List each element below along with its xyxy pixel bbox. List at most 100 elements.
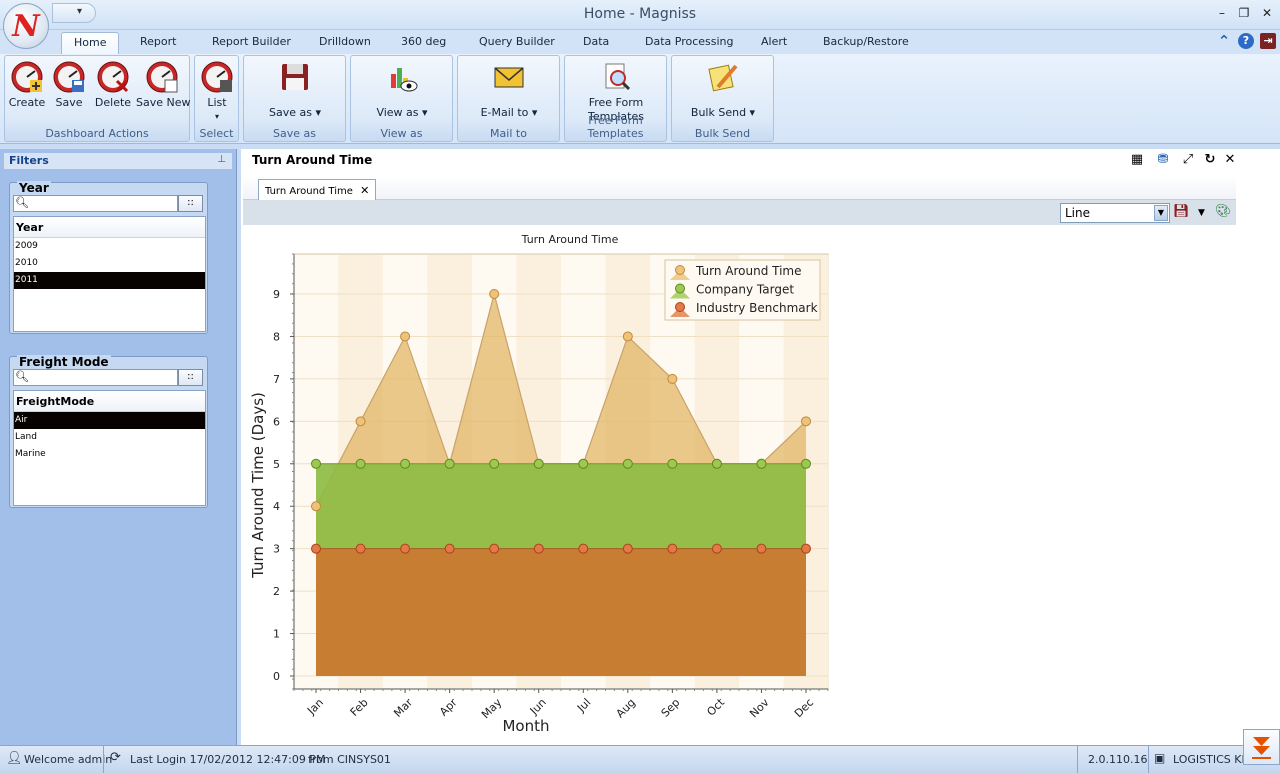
tab-data-processing[interactable]: Data Processing [645,35,734,48]
tab-report[interactable]: Report [140,35,176,48]
freight-browse-button[interactable]: :: [178,369,203,386]
bulk-send-label: Bulk Send ▾ [690,106,756,119]
freight-search[interactable]: 🔍︎ [13,369,178,386]
year-search[interactable]: 🔍︎ [13,195,178,212]
group-label-free-form: Free Form Templates [587,114,644,140]
year-filter-title: Year [17,181,51,195]
x-tick-label: Mar [391,696,415,720]
search-icon: 🔍︎ [15,196,29,209]
tab-query-builder[interactable]: Query Builder [479,35,555,48]
group-select: List ▾ Select [194,55,239,142]
series-area-industry-benchmark [316,548,806,676]
expand-icon[interactable]: ⤢ [1180,152,1196,168]
y-tick-label: 4 [273,500,280,513]
group-bulk-send: Bulk Send ▾ Bulk Send [671,55,774,142]
data-point [622,543,633,554]
x-tick-label: Aug [614,696,638,720]
status-divider [1077,745,1078,773]
minimize-button[interactable]: – [1211,4,1233,22]
chart-toolbar: Line ▼ 💾︎ ▼ 🎨︎ [243,200,1236,225]
help-icon[interactable]: ? [1238,33,1254,49]
delete-button[interactable]: Delete [93,60,133,110]
view-as-label: View as ▾ [376,106,428,119]
year-browse-button[interactable]: :: [178,195,203,212]
search-icon: 🔍︎ [15,370,29,383]
legend-entry: Turn Around Time [695,264,802,278]
year-search-input[interactable] [29,197,175,210]
freight-mode-filter-title: Freight Mode [17,355,111,369]
data-point [533,543,544,554]
data-point [622,458,633,469]
save-new-button[interactable]: Save New [136,60,191,110]
save-chart-dropdown-icon[interactable]: ▼ [1198,208,1205,218]
data-point [578,458,589,469]
chart-type-select[interactable]: Line ▼ [1060,203,1170,223]
list-item[interactable]: 2010 [14,255,205,272]
status-divider [1148,745,1149,773]
data-point [311,458,321,469]
save-chart-icon[interactable]: 💾︎ [1173,204,1190,219]
freight-search-input[interactable] [29,371,175,384]
bulk-send-button[interactable]: Bulk Send ▾ [682,60,764,120]
tab-report-builder[interactable]: Report Builder [212,35,291,48]
export-icon[interactable]: ⛃ [1155,152,1171,168]
group-dashboard-actions: Create Save Delete Save New Dashboard Ac… [4,55,191,142]
data-point [355,458,366,469]
app-logo-button[interactable]: N [3,3,49,49]
logo-letter: N [12,8,40,44]
pin-icon[interactable]: ⊥ [217,154,226,165]
create-button[interactable]: Create [7,60,47,110]
document-tabs: Turn Around Time ✕ [243,176,1236,200]
scroll-down-button[interactable] [1243,729,1280,765]
tab-drilldown[interactable]: Drilldown [319,35,371,48]
tab-360-deg[interactable]: 360 deg [401,35,446,48]
group-label-view-as: View as [380,127,423,140]
tab-turn-around-time[interactable]: Turn Around Time ✕ [258,179,377,200]
data-point [489,543,500,554]
refresh-icon[interactable]: ↻ [1202,152,1218,168]
magnifier-document-icon [605,63,631,91]
data-point [400,458,411,469]
status-divider [103,745,104,773]
exit-icon[interactable]: ⇥ [1260,33,1276,49]
list-item[interactable]: Marine [14,446,205,463]
floppy-disk-icon [282,64,308,90]
close-window-button[interactable]: ✕ [1256,4,1278,22]
grid-view-icon[interactable]: ▦ [1129,152,1145,168]
maximize-button[interactable]: ❐ [1233,4,1255,22]
list-item-selected[interactable]: 2011 [14,272,205,289]
list-item[interactable]: 2009 [14,238,205,255]
data-point [444,458,455,469]
tab-data[interactable]: Data [583,35,609,48]
save-button[interactable]: Save [49,60,89,110]
list-label: List [207,96,227,109]
tab-home[interactable]: Home [61,32,120,55]
data-point [711,543,722,554]
save-as-button[interactable]: Save as ▾ [254,60,336,120]
version-text: 2.0.110.16 [1088,753,1148,766]
email-to-button[interactable]: E-Mail to ▾ [468,60,550,120]
data-point [801,458,811,469]
ribbon-tab-row: Home Report Report Builder Drilldown 360… [0,30,1280,55]
list-button[interactable]: List ▾ [198,60,236,124]
collapse-ribbon-icon[interactable]: ⌃ [1216,33,1232,49]
close-panel-icon[interactable]: ✕ [1222,152,1238,168]
x-tick-label: Jun [527,696,549,718]
data-point [667,373,678,384]
close-tab-icon[interactable]: ✕ [360,184,369,197]
gauge-save-icon [53,61,85,93]
group-label-select: Select [199,127,234,140]
x-tick-label: May [479,696,505,722]
color-palette-icon[interactable]: 🎨︎ [1215,204,1232,219]
list-item[interactable]: Land [14,429,205,446]
tab-alert[interactable]: Alert [761,35,787,48]
ribbon: Create Save Delete Save New Dashboard Ac… [0,54,1280,144]
tab-backup-restore[interactable]: Backup/Restore [823,35,909,48]
gauge-create-icon [11,61,43,93]
view-as-button[interactable]: View as ▾ [361,60,443,120]
chevron-down-icon[interactable]: ▼ [1154,205,1168,221]
email-to-label: E-Mail to ▾ [480,106,538,119]
window-title: Home - Magniss [583,6,697,22]
list-item-selected[interactable]: Air [14,412,205,429]
envelope-icon [494,67,524,88]
